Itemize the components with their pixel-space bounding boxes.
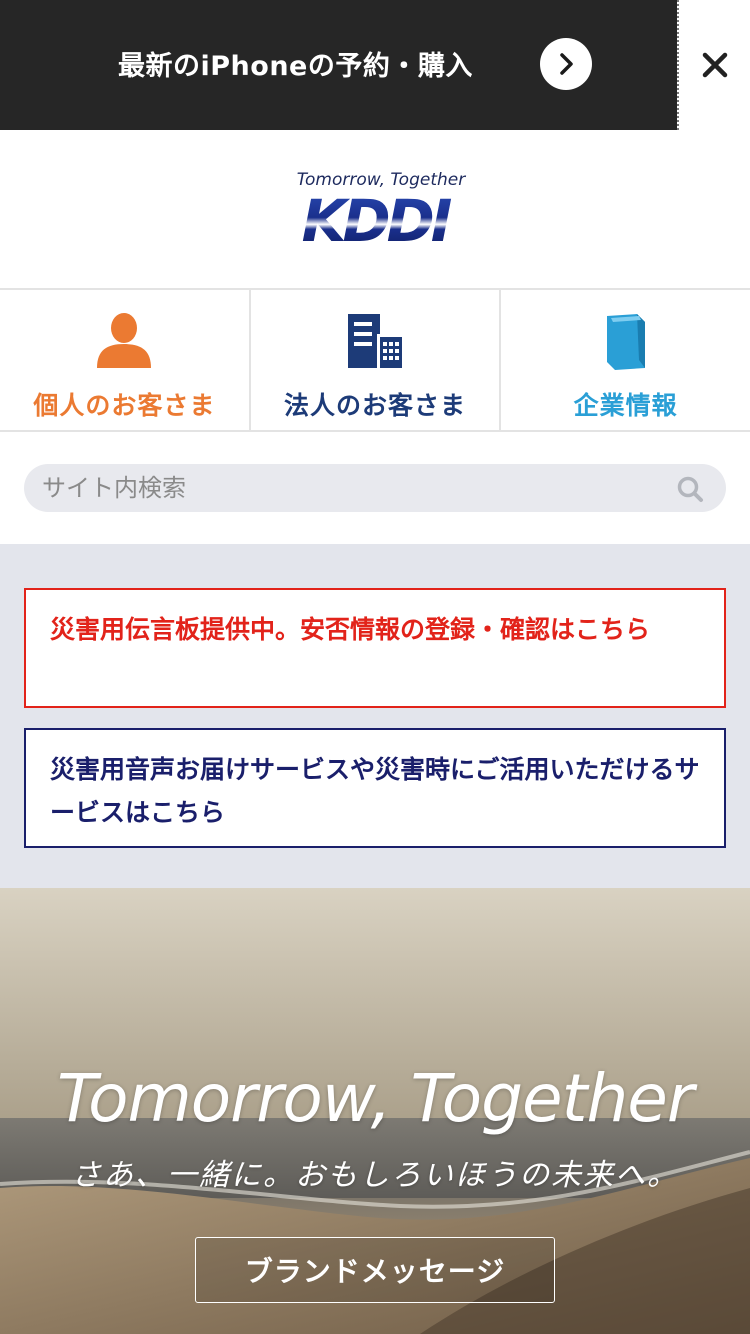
search-icon[interactable] (676, 475, 704, 503)
nav-label-personal: 個人のお客さま (33, 391, 216, 420)
disaster-message-board-link[interactable]: 災害用伝言板提供中。安否情報の登録・確認はこちら (24, 588, 726, 708)
hero-subtitle: さあ、一緒に。おもしろいほうの未来へ。 (71, 1158, 679, 1193)
nav-label-corporate: 企業情報 (573, 391, 678, 420)
promo-text[interactable]: 最新のiPhoneの予約・購入 (118, 44, 473, 83)
brand-message-button[interactable]: ブランドメッセージ (195, 1237, 555, 1303)
close-button[interactable] (677, 0, 750, 130)
audience-nav: 個人のお客さま 法人のお客さま 企業情報 (0, 288, 750, 432)
search-input[interactable] (24, 464, 726, 512)
close-icon[interactable] (701, 51, 729, 79)
building-icon (348, 314, 402, 368)
nav-label-business: 法人のお客さま (284, 391, 467, 420)
person-icon (97, 313, 152, 368)
page: 最新のiPhoneの予約・購入 Tomorrow, Together KDDI … (0, 0, 750, 1334)
site-search (0, 432, 750, 544)
hero-banner: Tomorrow, Together さあ、一緒に。おもしろいほうの未来へ。 ブ… (0, 888, 750, 1334)
disaster-services-link[interactable]: 災害用音声お届けサービスや災害時にご活用いただけるサービスはこちら (24, 728, 726, 848)
nav-item-corporate[interactable]: 企業情報 (501, 290, 750, 430)
nav-item-personal[interactable]: 個人のお客さま (0, 290, 251, 430)
book-icon (606, 314, 645, 370)
nav-item-business[interactable]: 法人のお客さま (251, 290, 502, 430)
logo-tagline: Tomorrow, Together (296, 170, 466, 190)
kddi-logo-mark: KDDI (302, 192, 456, 248)
chevron-right-icon[interactable] (540, 38, 592, 90)
logo-mark-text: KDDI (302, 192, 452, 248)
kddi-logo[interactable]: Tomorrow, Together KDDI (0, 130, 750, 288)
promo-banner[interactable]: 最新のiPhoneの予約・購入 (0, 0, 677, 130)
hero-title: Tomorrow, Together (56, 1060, 694, 1137)
disaster-notices: 災害用伝言板提供中。安否情報の登録・確認はこちら 災害用音声お届けサービスや災害… (0, 544, 750, 888)
